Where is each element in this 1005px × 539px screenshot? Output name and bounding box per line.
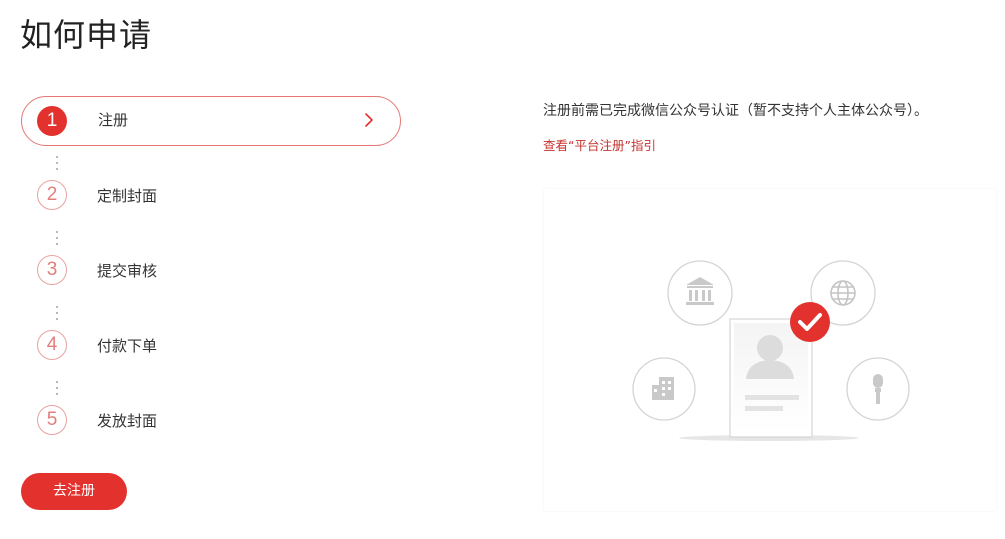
check-badge-icon (790, 302, 830, 342)
step-item-submit-review[interactable]: 3 提交审核 (21, 246, 401, 296)
bank-icon (667, 260, 733, 326)
step-label: 定制封面 (97, 187, 158, 205)
step-item-customize-cover[interactable]: 2 定制封面 (21, 171, 401, 221)
step-item-register[interactable]: 1 注册 (21, 96, 401, 146)
register-illustration (544, 189, 996, 511)
platform-register-guide-link[interactable]: 查看“平台注册”指引 (543, 135, 656, 154)
step-number: 1 (37, 106, 67, 136)
step-label: 注册 (98, 111, 129, 129)
step-label: 提交审核 (97, 262, 158, 280)
chevron-right-icon (365, 113, 373, 127)
step-item-pay-order[interactable]: 4 付款下单 (21, 321, 401, 371)
step-item-distribute-cover[interactable]: 5 发放封面 (21, 396, 401, 446)
step-number: 2 (37, 180, 67, 210)
step-label: 发放封面 (97, 412, 158, 430)
step-label: 付款下单 (97, 337, 158, 355)
step-number: 3 (37, 255, 67, 285)
register-requirement-text: 注册前需已完成微信公众号认证（暂不支持个人主体公众号）。 (543, 103, 928, 119)
step-number: 5 (37, 405, 67, 435)
microphone-icon (846, 357, 910, 421)
building-icon (632, 357, 696, 421)
go-register-button[interactable]: 去注册 (21, 473, 127, 510)
page-title: 如何申请 (20, 16, 153, 54)
step-number: 4 (37, 330, 67, 360)
